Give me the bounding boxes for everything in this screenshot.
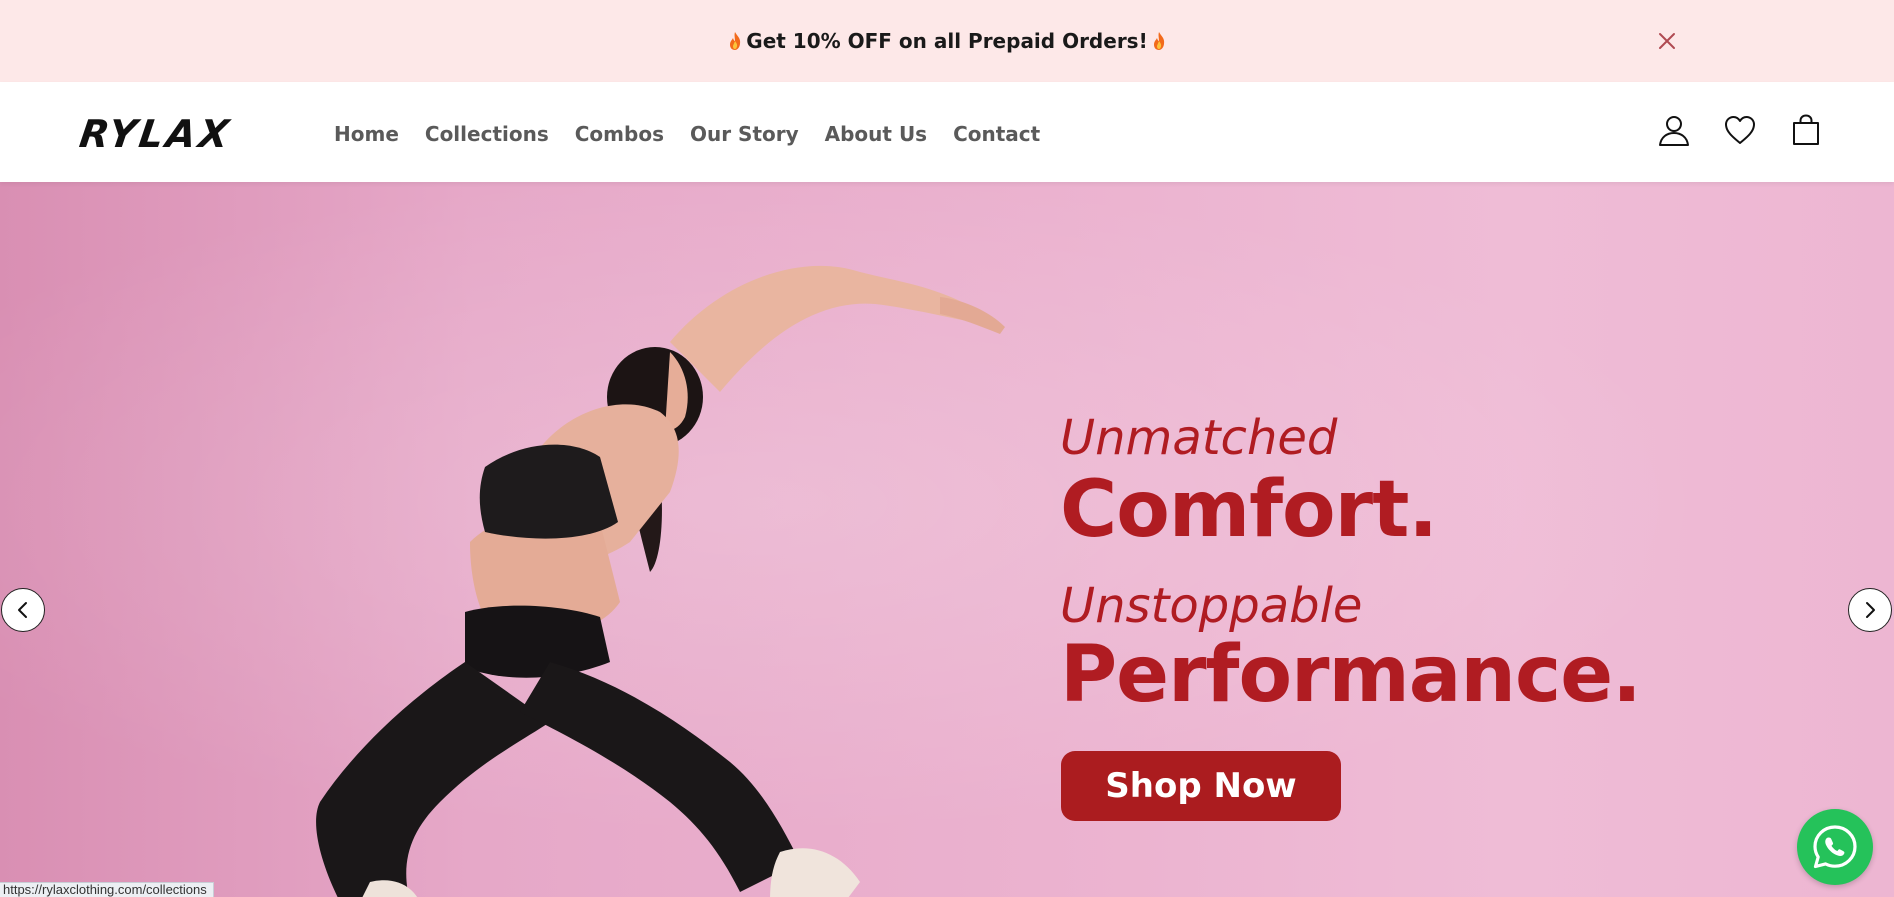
shopping-bag-icon[interactable] (1788, 112, 1824, 148)
whatsapp-icon (1813, 825, 1857, 869)
chevron-left-icon (18, 602, 27, 618)
hero-model-image (316, 265, 1005, 897)
carousel-next-button[interactable] (1848, 588, 1892, 632)
nav-contact[interactable]: Contact (953, 120, 1040, 148)
nav-our-story[interactable]: Our Story (690, 120, 799, 148)
heart-icon[interactable] (1722, 112, 1758, 148)
nav-about-us[interactable]: About Us (825, 120, 927, 148)
hero-line-unmatched: Unmatched (1060, 410, 1338, 466)
site-logo[interactable]: RYLAX (77, 112, 234, 156)
carousel-prev-button[interactable] (1, 588, 45, 632)
hero-banner: Unmatched Comfort. Unstoppable Performan… (0, 182, 1894, 897)
shop-now-button[interactable]: Shop Now (1061, 751, 1341, 821)
announcement-text: Get 10% OFF on all Prepaid Orders! (746, 29, 1148, 53)
site-header: RYLAX Home Collections Combos Our Story … (0, 82, 1894, 182)
whatsapp-chat-button[interactable] (1797, 809, 1873, 885)
main-nav: Home Collections Combos Our Story About … (334, 120, 1066, 148)
link-preview-status: https://rylaxclothing.com/collections (0, 882, 214, 897)
nav-collections[interactable]: Collections (425, 120, 549, 148)
user-icon[interactable] (1656, 112, 1692, 148)
hero-line-unstoppable: Unstoppable (1060, 578, 1363, 634)
flame-icon (730, 32, 741, 50)
announcement-message: Get 10% OFF on all Prepaid Orders! (728, 29, 1165, 53)
hero-line-performance: Performance. (1060, 630, 1642, 720)
nav-home[interactable]: Home (334, 120, 399, 148)
close-announcement-button[interactable] (1652, 26, 1682, 56)
nav-combos[interactable]: Combos (575, 120, 664, 148)
close-icon (1659, 33, 1675, 49)
announcement-bar: Get 10% OFF on all Prepaid Orders! (0, 0, 1894, 82)
header-actions (1656, 112, 1824, 148)
chevron-right-icon (1866, 602, 1875, 618)
hero-line-comfort: Comfort. (1060, 465, 1438, 555)
flame-icon (1153, 32, 1164, 50)
